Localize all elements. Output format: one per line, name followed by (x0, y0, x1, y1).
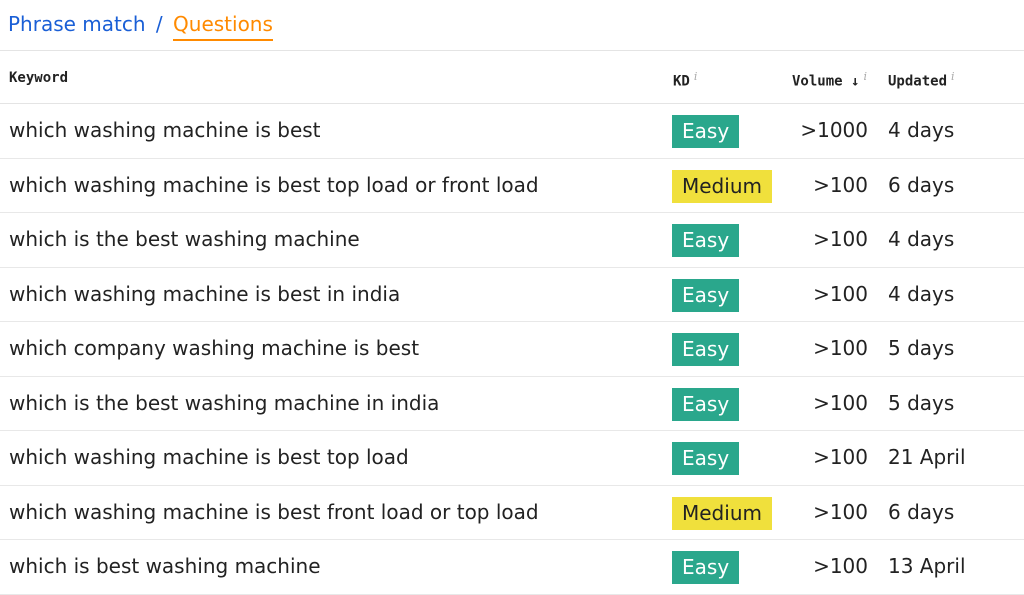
volume-cell: >100 (813, 227, 868, 251)
updated-cell: 5 days (888, 390, 955, 415)
updated-cell: 6 days (888, 499, 955, 524)
breadcrumb: Phrase match / Questions (8, 12, 273, 41)
header-keyword[interactable]: Keyword (9, 70, 68, 86)
kd-badge: Easy (672, 115, 740, 148)
table-row[interactable]: which washing machine is best in india Ea… (0, 268, 1024, 322)
sort-desc-icon: ↓ (851, 73, 860, 90)
header-volume[interactable]: Volume ↓ i (792, 70, 867, 90)
table-header: Keyword KD i Volume ↓ i Updated i (0, 50, 1024, 104)
table-row[interactable]: which washing machine is best Easy >1000 4 … (0, 104, 1024, 159)
volume-cell: >100 (813, 172, 868, 197)
keyword-cell[interactable]: which washing machine is best in india (9, 282, 400, 306)
info-icon[interactable]: i (863, 70, 867, 83)
breadcrumb-separator: / (155, 12, 163, 36)
table-row[interactable]: which washing machine is best top load Ea… (0, 431, 1024, 486)
volume-cell: >100 (813, 499, 868, 524)
table-row[interactable]: which washing machine is best top load o… (0, 159, 1024, 213)
kd-badge: Medium (672, 496, 772, 530)
header-updated[interactable]: Updated i (888, 70, 955, 90)
updated-cell: 21 April (888, 445, 966, 469)
volume-cell: >100 (813, 554, 868, 578)
table-row[interactable]: which is the best washing machine Easy >10… (0, 213, 1024, 268)
table-row[interactable]: which is the best washing machine in ind… (0, 377, 1024, 431)
updated-cell: 13 April (888, 554, 966, 578)
header-updated-label: Updated (888, 73, 948, 90)
keyword-cell[interactable]: which washing machine is best front load… (9, 500, 539, 524)
keyword-cell[interactable]: which is best washing machine (9, 554, 321, 578)
table-row[interactable]: which washing machine is best front load… (0, 486, 1024, 540)
keyword-table: Keyword KD i Volume ↓ i Updated i which was… (0, 50, 1024, 595)
keyword-cell[interactable]: which washing machine is best top load (9, 445, 409, 469)
table-row[interactable]: which is best washing machine Easy >100 13 … (0, 540, 1024, 595)
keyword-cell[interactable]: which is the best washing machine (9, 227, 360, 251)
updated-cell: 6 days (888, 172, 955, 197)
kd-badge: Easy (672, 551, 740, 584)
info-icon[interactable]: i (694, 70, 698, 83)
table-row[interactable]: which company washing machine is best Eas… (0, 322, 1024, 377)
updated-cell: 5 days (888, 336, 955, 360)
kd-badge: Medium (672, 169, 772, 203)
breadcrumb-questions[interactable]: Questions (173, 12, 273, 41)
breadcrumb-phrase-match[interactable]: Phrase match (8, 12, 146, 36)
header-kd-label: KD (673, 73, 690, 90)
updated-cell: 4 days (888, 227, 955, 251)
volume-cell: >100 (813, 281, 868, 306)
kd-badge: Easy (672, 333, 740, 366)
keyword-cell[interactable]: which washing machine is best (9, 118, 321, 142)
keyword-cell[interactable]: which company washing machine is best (9, 336, 419, 360)
kd-badge: Easy (672, 387, 740, 421)
volume-cell: >1000 (800, 118, 868, 142)
volume-cell: >100 (813, 445, 868, 469)
header-volume-label: Volume (792, 73, 843, 90)
updated-cell: 4 days (888, 281, 955, 306)
volume-cell: >100 (813, 336, 868, 360)
info-icon[interactable]: i (951, 70, 955, 83)
keyword-cell[interactable]: which washing machine is best top load o… (9, 173, 539, 197)
header-kd[interactable]: KD i (673, 70, 697, 90)
volume-cell: >100 (813, 390, 868, 415)
kd-badge: Easy (672, 224, 740, 257)
kd-badge: Easy (672, 278, 740, 312)
keyword-cell[interactable]: which is the best washing machine in ind… (9, 391, 439, 415)
kd-badge: Easy (672, 442, 740, 475)
updated-cell: 4 days (888, 118, 955, 142)
